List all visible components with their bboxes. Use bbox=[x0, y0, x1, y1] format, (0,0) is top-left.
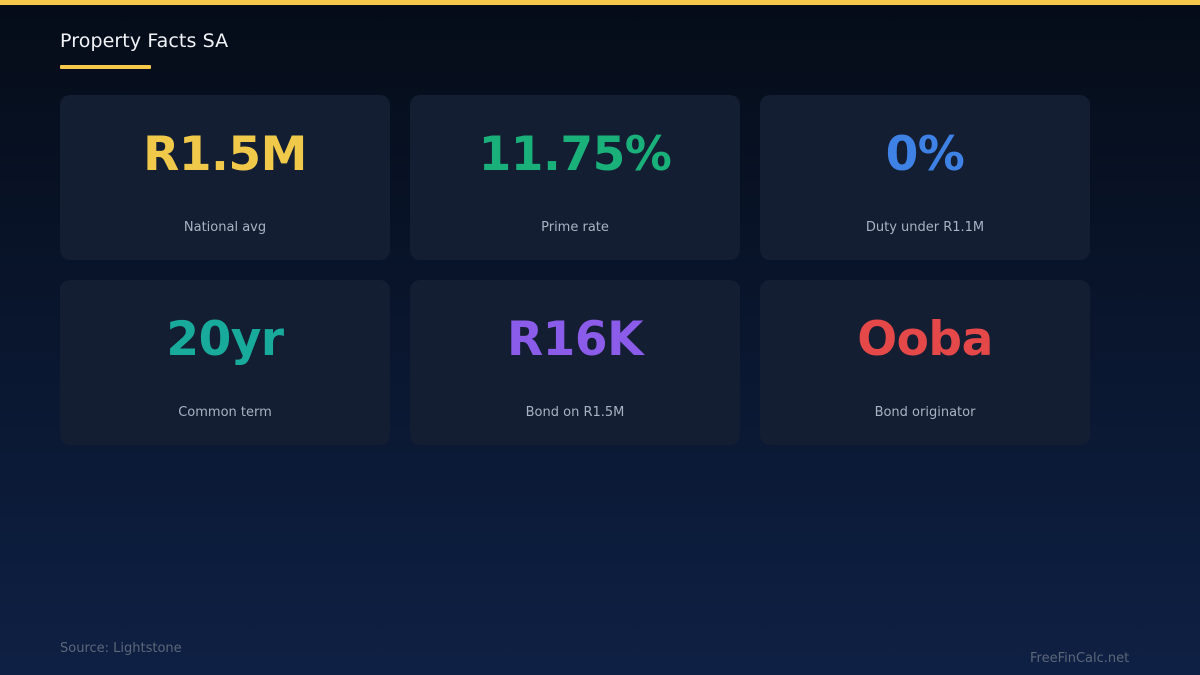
top-accent-bar bbox=[0, 0, 1200, 5]
stat-value: 20yr bbox=[166, 312, 284, 367]
stat-value: Ooba bbox=[857, 312, 993, 367]
stat-card-duty: 0% Duty under R1.1M bbox=[760, 95, 1090, 260]
stat-label: Prime rate bbox=[541, 220, 609, 235]
stat-card-prime-rate: 11.75% Prime rate bbox=[410, 95, 740, 260]
stat-card-common-term: 20yr Common term bbox=[60, 280, 390, 445]
stat-value: R1.5M bbox=[143, 127, 307, 182]
stat-card-bond: R16K Bond on R1.5M bbox=[410, 280, 740, 445]
stat-value: 0% bbox=[885, 127, 965, 182]
stat-value: R16K bbox=[506, 312, 644, 367]
stat-label: Common term bbox=[178, 405, 272, 420]
page-title: Property Facts SA bbox=[60, 30, 229, 52]
stat-card-national-avg: R1.5M National avg bbox=[60, 95, 390, 260]
title-underline bbox=[60, 65, 151, 69]
stat-label: Bond on R1.5M bbox=[525, 405, 625, 420]
stat-card-bond-originator: Ooba Bond originator bbox=[760, 280, 1090, 445]
site-watermark: FreeFinCalc.net bbox=[1030, 651, 1130, 666]
stat-label: Bond originator bbox=[874, 405, 976, 420]
source-note: Source: Lightstone bbox=[60, 641, 182, 656]
stat-label: Duty under R1.1M bbox=[865, 220, 985, 235]
stat-label: National avg bbox=[183, 220, 267, 235]
stat-value: 11.75% bbox=[478, 127, 672, 182]
